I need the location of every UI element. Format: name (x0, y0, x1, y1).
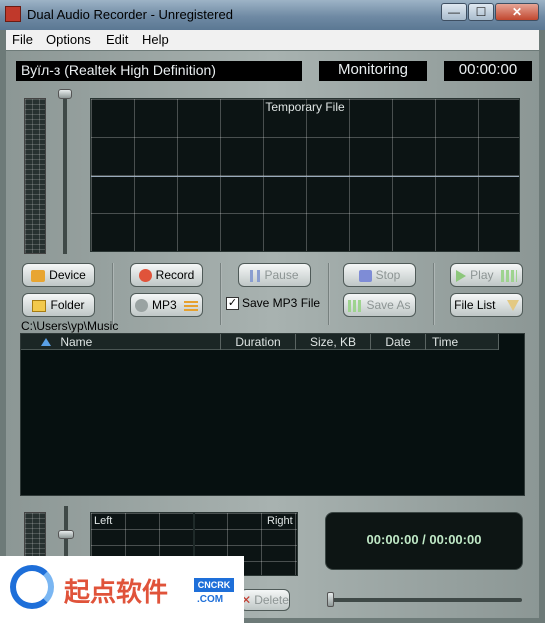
stop-button-label: Stop (375, 268, 401, 282)
folder-button[interactable]: Folder (22, 293, 95, 317)
volume-slider-track[interactable] (63, 92, 67, 254)
pause-button[interactable]: Pause (238, 263, 311, 287)
column-time-label: Time (432, 335, 459, 349)
menu-edit[interactable]: Edit (106, 32, 128, 47)
stop-icon (358, 269, 372, 282)
save-as-button-label: Save As (366, 298, 411, 312)
volume-slider-thumb[interactable] (58, 89, 72, 99)
record-button[interactable]: Record (130, 263, 203, 287)
column-duration[interactable]: Duration (221, 334, 296, 350)
status-display: Monitoring (319, 61, 427, 81)
filter-icon (506, 300, 519, 312)
column-date[interactable]: Date (371, 334, 426, 350)
folder-path: C:\Users\yp\Music (21, 319, 119, 333)
title-bar: Dual Audio Recorder - Unregistered — ☐ ✕ (0, 0, 545, 30)
watermark-badge: CNCRK (194, 578, 234, 592)
save-mp3-checkbox[interactable]: ✓ (226, 297, 239, 310)
seek-slider-track[interactable] (328, 598, 522, 602)
play-icon (456, 269, 467, 282)
mp3-settings-button[interactable]: MP3 (130, 293, 203, 317)
sort-ascending-icon (41, 338, 51, 346)
column-size[interactable]: Size, KB (296, 334, 371, 350)
record-button-label: Record (155, 268, 195, 282)
stop-button[interactable]: Stop (343, 263, 416, 287)
menu-file[interactable]: File (12, 32, 33, 47)
file-list-button[interactable]: File List (450, 293, 523, 317)
column-name[interactable]: Name (21, 334, 221, 350)
play-button[interactable]: Play (450, 263, 523, 287)
menu-help[interactable]: Help (142, 32, 169, 47)
watermark-domain: .COM (197, 594, 224, 605)
record-icon (138, 269, 152, 283)
left-channel-label: Left (94, 515, 113, 527)
close-button[interactable]: ✕ (495, 3, 539, 21)
play-arrows-icon (500, 269, 517, 282)
pause-button-label: Pause (264, 268, 299, 282)
save-as-button[interactable]: Save As (343, 293, 416, 317)
separator (220, 263, 222, 325)
file-list-header: Name Duration Size, KB Date Time (21, 334, 499, 350)
play-button-label: Play (470, 268, 494, 282)
minimize-button[interactable]: — (441, 3, 467, 21)
seek-slider-thumb[interactable] (327, 592, 334, 607)
watermark-overlay: 起点软件 CNCRK .COM (0, 556, 244, 623)
menu-options[interactable]: Options (46, 32, 91, 47)
column-time[interactable]: Time (426, 334, 499, 350)
watermark-text: 起点软件 (64, 578, 169, 608)
list-lines-icon (184, 300, 199, 311)
device-icon (31, 269, 46, 282)
timer-display: 00:00:00 (444, 61, 532, 81)
folder-icon (32, 299, 47, 312)
column-name-label: Name (60, 335, 93, 349)
separator (433, 263, 435, 325)
save-mp3-label: Save MP3 File (242, 296, 321, 310)
pause-icon (250, 269, 261, 282)
separator (112, 263, 114, 325)
app-icon (5, 6, 21, 22)
right-channel-label: Right (267, 515, 293, 527)
gear-icon (134, 299, 148, 313)
delete-button[interactable]: ✕ Delete (240, 589, 290, 611)
watermark-logo-icon (10, 565, 54, 609)
scope-title: Temporary File (265, 100, 345, 114)
device-button[interactable]: Device (22, 263, 95, 287)
file-list-button-label: File List (454, 298, 496, 312)
waveform-centerline (91, 176, 519, 177)
mp3-button-label: MP3 (151, 298, 177, 312)
folder-button-label: Folder (50, 298, 85, 312)
device-display: Вуїл-з (Realtek High Definition) (16, 61, 302, 81)
save-as-icon (348, 299, 363, 312)
waveform-scope: Temporary File (90, 98, 520, 252)
playback-time-display: 00:00:00 / 00:00:00 (325, 512, 523, 570)
output-volume-thumb[interactable] (58, 530, 74, 539)
window-title: Dual Audio Recorder - Unregistered (27, 7, 233, 22)
input-level-meter (24, 98, 46, 254)
separator (328, 263, 330, 325)
file-list[interactable]: Name Duration Size, KB Date Time (20, 333, 525, 496)
delete-button-label: Delete (254, 593, 289, 607)
maximize-button[interactable]: ☐ (468, 3, 494, 21)
menu-bar: File Options Edit Help (6, 30, 539, 50)
device-button-label: Device (49, 268, 86, 282)
